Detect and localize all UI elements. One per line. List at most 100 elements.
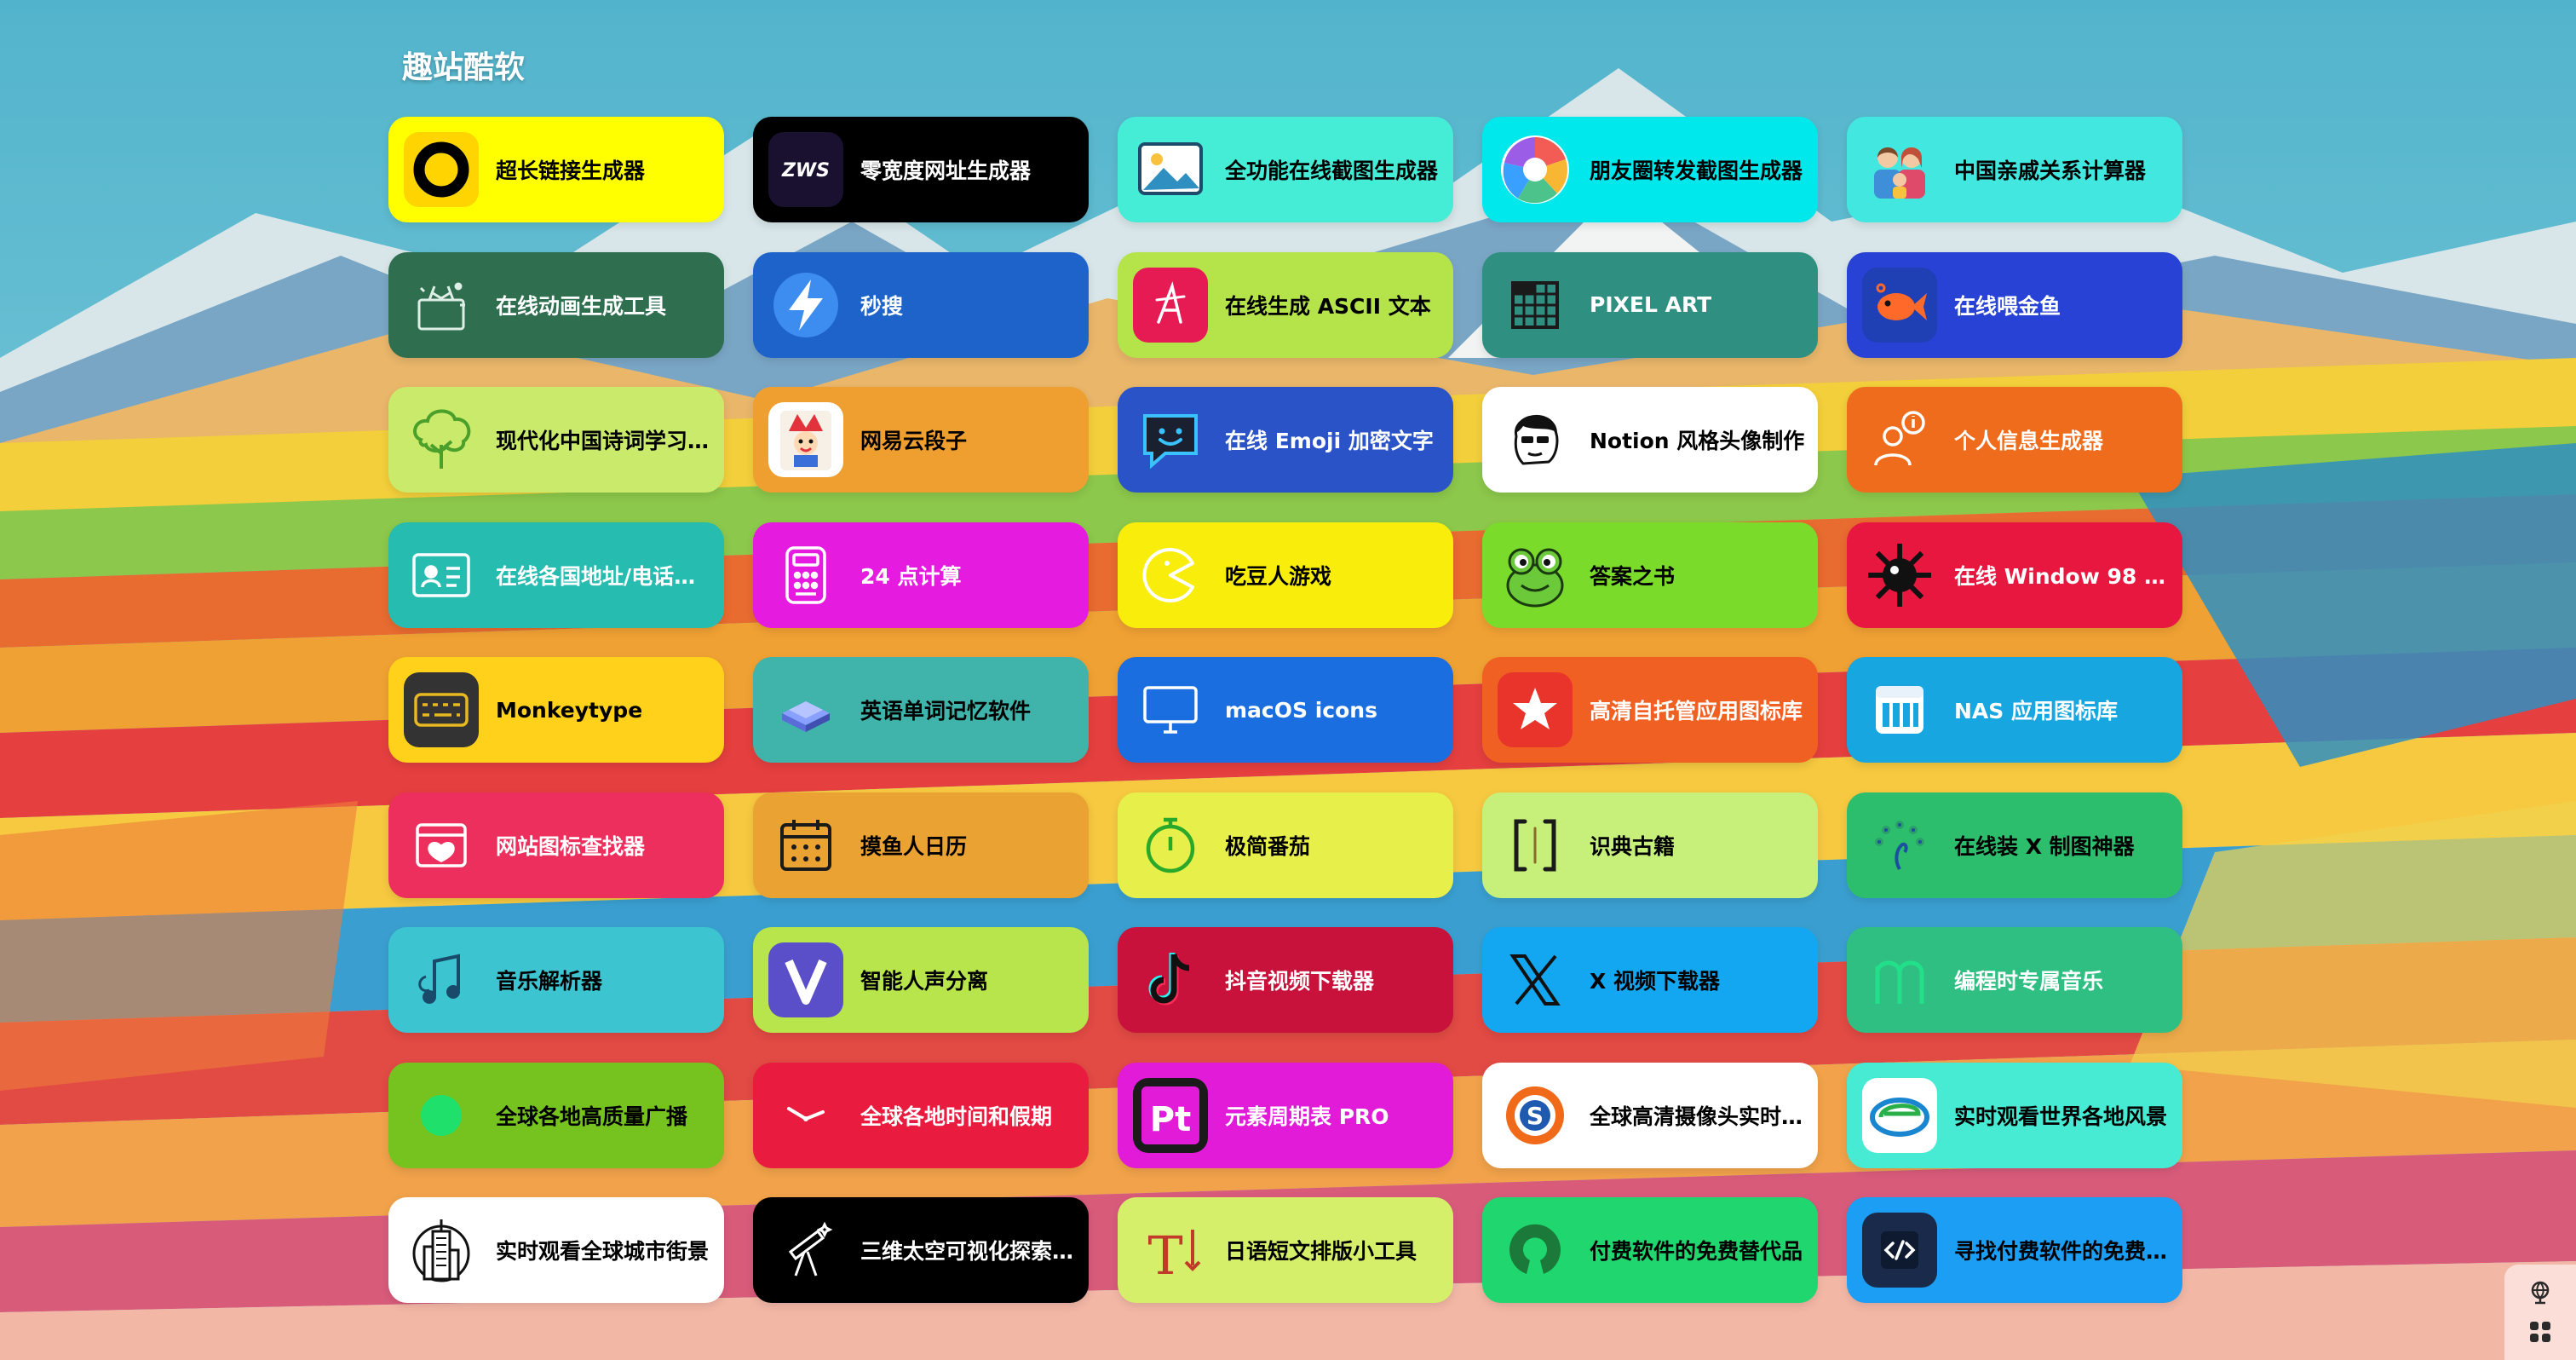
- app-card[interactable]: 在线 Emoji 加密文字: [1118, 387, 1453, 493]
- app-card[interactable]: 中国亲戚关系计算器: [1847, 117, 2182, 222]
- monitor-icon: [1133, 672, 1208, 747]
- app-card[interactable]: 付费软件的免费替代品: [1482, 1197, 1818, 1303]
- app-card[interactable]: 个人信息生成器: [1847, 387, 2182, 493]
- peacock-icon: [1862, 808, 1937, 883]
- x-logo-icon: [1498, 942, 1573, 1017]
- app-card[interactable]: Pt 元素周期表 PRO: [1118, 1062, 1453, 1168]
- app-card[interactable]: 高清自托管应用图标库: [1482, 657, 1818, 763]
- app-card[interactable]: Notion 风格头像制作: [1482, 387, 1818, 493]
- app-card[interactable]: 全球各地高质量广播: [388, 1062, 724, 1168]
- app-card[interactable]: T 日语短文排版小工具: [1118, 1197, 1453, 1303]
- notion-avatar-icon: [1498, 402, 1573, 477]
- app-card[interactable]: 音乐解析器: [388, 927, 724, 1033]
- star-icon: [1498, 672, 1573, 747]
- app-card-label: macOS icons: [1225, 697, 1377, 723]
- clock-hands-icon: [768, 1078, 843, 1153]
- app-card[interactable]: 实时观看全球城市街景: [388, 1197, 724, 1303]
- app-card-label: 24 点计算: [860, 563, 962, 589]
- id-card-icon: [404, 538, 479, 613]
- app-card[interactable]: 识典古籍: [1482, 792, 1818, 898]
- app-card[interactable]: NAS 应用图标库: [1847, 657, 2182, 763]
- virus-icon: [1862, 538, 1937, 613]
- app-card-label: 抖音视频下载器: [1225, 969, 1375, 994]
- app-card-label: 超长链接生成器: [496, 158, 646, 183]
- v-logo-icon: [768, 942, 843, 1017]
- app-card[interactable]: 寻找付费软件的免费开源替代: [1847, 1197, 2182, 1303]
- app-card[interactable]: ZWS 零宽度网址生成器: [753, 117, 1089, 222]
- app-card-label: 在线生成 ASCII 文本: [1225, 293, 1431, 319]
- app-card-label: 在线动画生成工具: [496, 293, 667, 319]
- app-card-label: 在线 Emoji 加密文字: [1225, 429, 1434, 453]
- app-card-label: 全功能在线截图生成器: [1225, 158, 1439, 183]
- app-card-label: 答案之书: [1590, 563, 1676, 589]
- open-source-icon: [1498, 1213, 1573, 1288]
- app-card[interactable]: 极简番茄: [1118, 792, 1453, 898]
- app-card-label: 高清自托管应用图标库: [1590, 699, 1803, 723]
- browser-icon: [404, 808, 479, 883]
- app-card[interactable]: S 全球高清摄像头实时观看: [1482, 1062, 1818, 1168]
- ring-icon: [404, 132, 479, 207]
- app-card-label: X 视频下载器: [1590, 969, 1720, 994]
- app-card[interactable]: 24 点计算: [753, 522, 1089, 628]
- chat-smile-icon: [1133, 402, 1208, 477]
- grid-button[interactable]: [2523, 1315, 2557, 1349]
- section-title: 趣站酷软: [402, 50, 526, 85]
- app-card-label: 吃豆人游戏: [1225, 563, 1332, 589]
- app-card[interactable]: macOS icons: [1118, 657, 1453, 763]
- app-card-label: 全球高清摄像头实时观看: [1590, 1104, 1808, 1129]
- app-card[interactable]: 在线喂金鱼: [1847, 251, 2182, 358]
- app-card[interactable]: 现代化中国诗词学习网站: [388, 387, 724, 493]
- app-card[interactable]: 三维太空可视化探索工具: [753, 1197, 1089, 1303]
- app-card[interactable]: 在线各国地址/电话生成器: [388, 522, 724, 628]
- globe-icon: [2531, 1281, 2550, 1305]
- app-card[interactable]: 网易云段子: [753, 387, 1089, 493]
- app-card[interactable]: 全功能在线截图生成器: [1118, 117, 1453, 222]
- svg-text:S: S: [1527, 1102, 1544, 1130]
- app-card[interactable]: 吃豆人游戏: [1118, 522, 1453, 628]
- app-card[interactable]: 在线动画生成工具: [388, 251, 724, 358]
- app-card-label: 付费软件的免费替代品: [1590, 1239, 1803, 1264]
- earth-e-icon: [1862, 1077, 1937, 1153]
- app-card-label: 元素周期表 PRO: [1225, 1104, 1389, 1129]
- app-card[interactable]: 网站图标查找器: [388, 792, 724, 898]
- green-dot-icon: [404, 1078, 479, 1153]
- app-card[interactable]: 秒搜: [753, 251, 1089, 358]
- svg-text:T: T: [1147, 1225, 1182, 1287]
- app-card[interactable]: PIXEL ART: [1482, 251, 1818, 358]
- globe-button[interactable]: [2523, 1276, 2557, 1310]
- app-card[interactable]: 英语单词记忆软件: [753, 657, 1089, 763]
- app-card[interactable]: 全球各地时间和假期: [753, 1062, 1089, 1168]
- app-card[interactable]: 抖音视频下载器: [1118, 927, 1453, 1033]
- nas-icon: [1862, 672, 1937, 747]
- app-card[interactable]: X 视频下载器: [1482, 927, 1818, 1033]
- app-card[interactable]: Monkeytype: [388, 657, 724, 763]
- app-card[interactable]: 在线 Window 98 复古: [1847, 522, 2182, 628]
- app-card[interactable]: 答案之书: [1482, 522, 1818, 628]
- app-card[interactable]: 编程时专属音乐: [1847, 927, 2182, 1033]
- app-card[interactable]: 智能人声分离: [753, 927, 1089, 1033]
- app-card[interactable]: 在线生成 ASCII 文本: [1118, 251, 1453, 358]
- app-card[interactable]: 摸鱼人日历: [753, 792, 1089, 898]
- app-card-label: 音乐解析器: [496, 969, 603, 994]
- app-card-label: 寻找付费软件的免费开源替代: [1954, 1239, 2172, 1264]
- family-icon: [1862, 132, 1937, 207]
- app-card[interactable]: 朋友圈转发截图生成器: [1482, 117, 1818, 222]
- pt-element-icon: Pt: [1133, 1077, 1208, 1153]
- gift-box-icon: [404, 268, 479, 343]
- camera-lens-icon: S: [1498, 1078, 1573, 1153]
- floating-side-panel: [2504, 1265, 2576, 1360]
- app-card-label: 实时观看世界各地风景: [1954, 1104, 2168, 1129]
- app-card-label: 全球各地高质量广播: [496, 1104, 688, 1129]
- app-card[interactable]: 实时观看世界各地风景: [1847, 1062, 2182, 1168]
- app-card-label: 在线装 X 制图神器: [1954, 833, 2135, 859]
- app-card-label: 实时观看全球城市街景: [496, 1239, 710, 1264]
- app-card-label: 朋友圈转发截图生成器: [1590, 158, 1803, 183]
- app-card-label: 三维太空可视化探索工具: [860, 1239, 1078, 1264]
- app-card[interactable]: 超长链接生成器: [388, 117, 724, 222]
- app-card-label: 英语单词记忆软件: [860, 699, 1032, 723]
- goldfish-icon: [1862, 267, 1937, 343]
- app-card[interactable]: 在线装 X 制图神器: [1847, 792, 2182, 898]
- app-card-label: Notion 风格头像制作: [1590, 429, 1805, 453]
- skyscraper-icon: [404, 1213, 479, 1288]
- telescope-icon: [768, 1213, 843, 1288]
